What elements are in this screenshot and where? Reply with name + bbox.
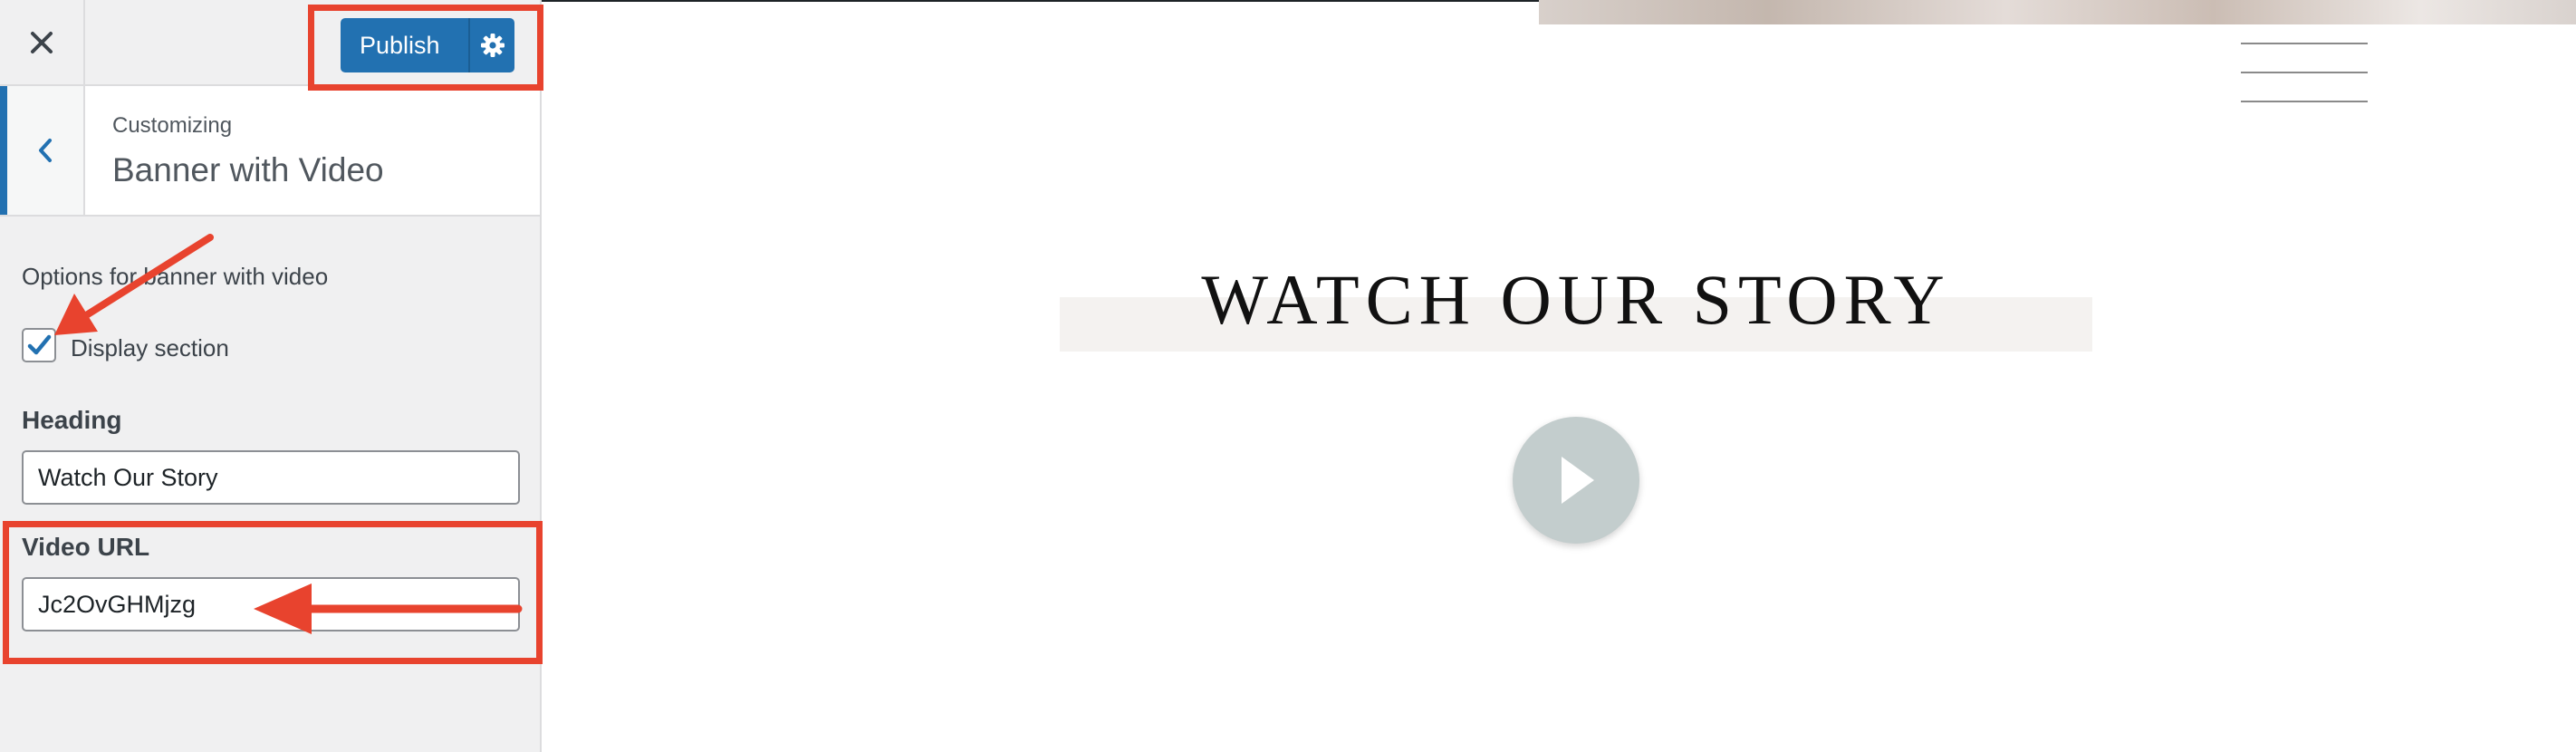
publish-label: Publish [360,31,440,59]
customizer-topbar: Publish [0,0,540,86]
heading-field-label: Heading [22,406,122,434]
chevron-left-icon [39,139,52,162]
section-title: Banner with Video [112,151,384,188]
preview-heading: Watch Our Story [1201,260,1951,339]
video-play-button[interactable] [1513,417,1639,544]
checkmark-icon [27,334,52,355]
back-button[interactable] [0,86,85,215]
close-icon [31,31,53,53]
display-section-checkbox[interactable] [22,328,56,362]
display-section-label: Display section [71,334,229,362]
site-preview: Watch Our Story [542,0,2576,752]
play-icon [1562,457,1594,504]
heading-input[interactable] [22,450,520,505]
header-photo [1539,0,2576,24]
publish-settings-button[interactable] [470,18,514,72]
publish-button[interactable]: Publish [341,18,514,72]
section-header: Customizing Banner with Video [0,86,540,217]
customizing-label: Customizing [112,113,233,138]
close-button[interactable] [0,0,85,84]
customizer-sidebar: Publish Customizing Banner with Video Op… [0,0,542,752]
video-url-input[interactable] [22,577,520,631]
video-url-field-label: Video URL [22,533,150,561]
section-description: Options for banner with video [22,263,329,290]
hamburger-menu-icon[interactable] [2241,36,2368,109]
gear-icon [480,34,505,57]
